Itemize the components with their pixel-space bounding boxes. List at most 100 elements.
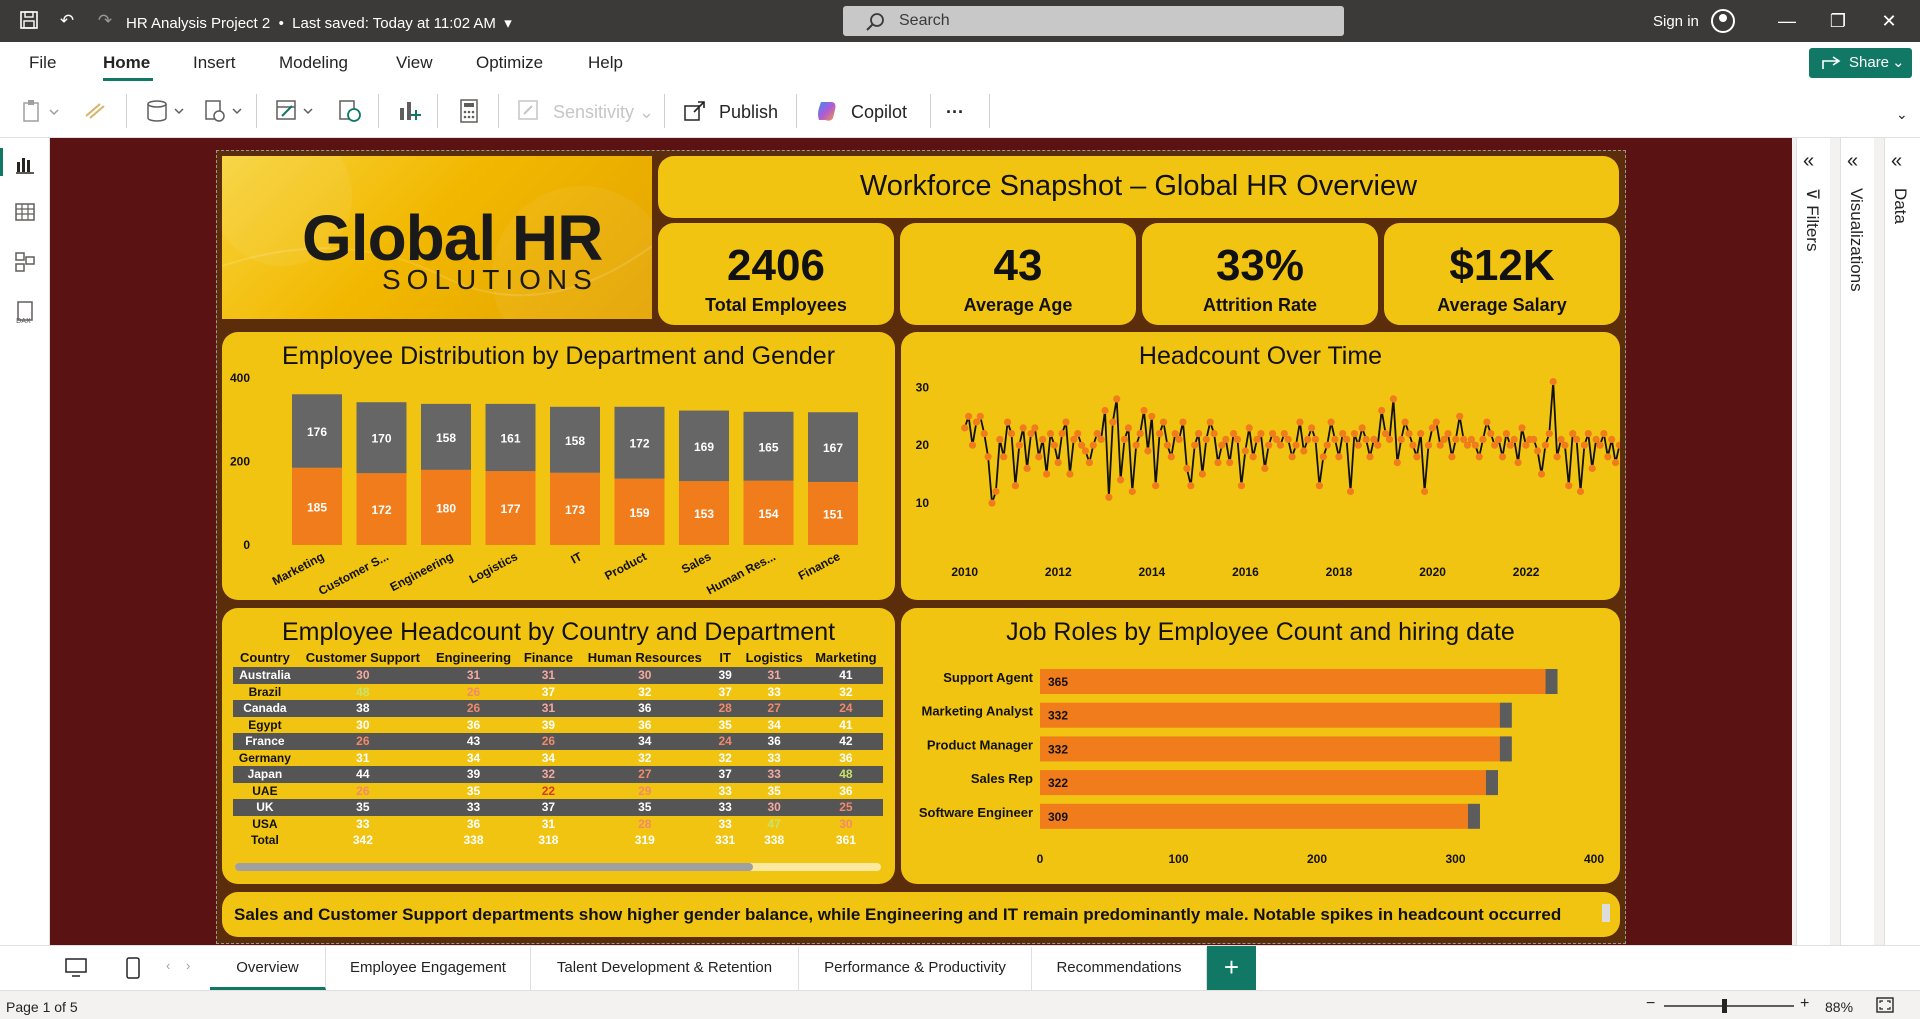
sensitivity-button[interactable]: Sensitivity bbox=[553, 102, 634, 123]
zoom-in-icon[interactable]: + bbox=[1800, 995, 1809, 1013]
calculator-icon[interactable] bbox=[456, 98, 482, 124]
data-point bbox=[1584, 430, 1592, 438]
tab-talent-development[interactable]: Talent Development & Retention bbox=[531, 947, 799, 990]
table-row[interactable]: Australia 30 31 31 30 39 31 41 bbox=[233, 667, 883, 684]
table-row[interactable]: UAE 26 35 22 29 33 35 36 bbox=[233, 782, 883, 799]
table-row[interactable]: Germany 31 34 34 32 32 33 36 bbox=[233, 749, 883, 766]
paste-icon[interactable] bbox=[22, 98, 62, 124]
data-point bbox=[1475, 453, 1483, 461]
expand-icon[interactable]: « bbox=[1803, 150, 1814, 173]
table-view-icon[interactable] bbox=[13, 200, 37, 224]
mobile-layout-icon[interactable] bbox=[124, 956, 142, 980]
table-row[interactable]: Japan 44 39 32 27 37 33 48 bbox=[233, 766, 883, 783]
minimize-icon[interactable]: — bbox=[1772, 8, 1802, 34]
column-header[interactable]: Finance bbox=[518, 648, 579, 667]
horizontal-scrollbar[interactable] bbox=[235, 863, 881, 871]
column-header[interactable]: Engineering bbox=[429, 648, 518, 667]
sign-in-link[interactable]: Sign in bbox=[1653, 13, 1699, 30]
data-point bbox=[1354, 441, 1362, 449]
zoom-slider-thumb[interactable] bbox=[1722, 999, 1727, 1013]
next-page-icon[interactable]: › bbox=[186, 958, 190, 973]
menu-optimize[interactable]: Optimize bbox=[476, 53, 543, 73]
transform-data-icon[interactable] bbox=[274, 98, 318, 124]
document-title[interactable]: HR Analysis Project 2 • Last saved: Toda… bbox=[126, 14, 512, 32]
visualizations-pane[interactable]: « Visualizations bbox=[1840, 138, 1874, 945]
page-tab-bar: ‹ › Overview Employee Engagement Talent … bbox=[0, 945, 1920, 991]
table-row[interactable]: Egypt 30 36 39 36 35 34 41 bbox=[233, 716, 883, 733]
collapse-ribbon-icon[interactable]: ⌄ bbox=[1896, 106, 1908, 123]
text-scrollbar[interactable] bbox=[1602, 904, 1610, 922]
close-icon[interactable]: ✕ bbox=[1874, 8, 1904, 34]
save-icon[interactable] bbox=[18, 10, 40, 32]
filters-pane[interactable]: « ⊽ Filters bbox=[1796, 138, 1830, 945]
menu-insert[interactable]: Insert bbox=[193, 53, 236, 73]
refresh-icon[interactable] bbox=[337, 98, 363, 124]
publish-button[interactable]: Publish bbox=[719, 102, 778, 123]
model-view-icon[interactable] bbox=[13, 250, 37, 274]
menu-view[interactable]: View bbox=[396, 53, 433, 73]
data-point bbox=[1604, 453, 1612, 461]
desktop-layout-icon[interactable] bbox=[64, 957, 88, 979]
data-point bbox=[1541, 441, 1549, 449]
column-header[interactable]: IT bbox=[711, 648, 740, 667]
scrollbar-thumb[interactable] bbox=[235, 863, 753, 871]
more-options-icon[interactable]: ··· bbox=[946, 102, 964, 123]
share-button[interactable]: Share ⌄ bbox=[1809, 48, 1912, 78]
copilot-button[interactable]: Copilot bbox=[851, 102, 907, 123]
kpi-card-attrition-rate[interactable]: 33% Attrition Rate bbox=[1142, 223, 1378, 325]
column-header[interactable]: Customer Support bbox=[297, 648, 429, 667]
prev-page-icon[interactable]: ‹ bbox=[166, 958, 170, 973]
zoom-slider[interactable] bbox=[1664, 999, 1794, 1013]
sensitivity-icon[interactable] bbox=[516, 98, 542, 124]
restore-icon[interactable]: ❐ bbox=[1823, 8, 1853, 34]
search-box[interactable]: Search bbox=[843, 6, 1344, 36]
menu-file[interactable]: File bbox=[29, 53, 56, 73]
column-header[interactable]: Country bbox=[233, 648, 297, 667]
kpi-card-average-salary[interactable]: $12K Average Salary bbox=[1384, 223, 1620, 325]
format-painter-icon[interactable] bbox=[82, 98, 108, 124]
data-point bbox=[1206, 418, 1214, 426]
report-view-icon[interactable] bbox=[13, 152, 37, 176]
table-row[interactable]: UK 35 33 37 35 33 30 25 bbox=[233, 799, 883, 816]
column-header[interactable]: Marketing bbox=[809, 648, 883, 667]
menu-modeling[interactable]: Modeling bbox=[279, 53, 348, 73]
tab-employee-engagement[interactable]: Employee Engagement bbox=[326, 947, 531, 990]
publish-icon[interactable] bbox=[682, 98, 708, 124]
table-row[interactable]: France 26 43 26 34 24 36 42 bbox=[233, 733, 883, 750]
copilot-icon[interactable] bbox=[815, 98, 841, 124]
undo-icon[interactable]: ↶ bbox=[56, 10, 78, 32]
tab-performance-productivity[interactable]: Performance & Productivity bbox=[799, 947, 1032, 990]
menu-home[interactable]: Home bbox=[103, 53, 150, 73]
new-visual-icon[interactable] bbox=[396, 98, 422, 124]
logo-banner: Global HR SOLUTIONS bbox=[222, 156, 652, 319]
redo-icon[interactable]: ↷ bbox=[94, 10, 116, 32]
tab-overview[interactable]: Overview bbox=[210, 947, 326, 990]
table-row[interactable]: Canada 38 26 31 36 28 27 24 bbox=[233, 700, 883, 717]
value-cell: 37 bbox=[710, 683, 740, 700]
avatar-icon[interactable] bbox=[1711, 9, 1735, 33]
table-row[interactable]: Brazil 48 26 37 32 37 33 32 bbox=[233, 683, 883, 700]
data-point bbox=[1561, 441, 1569, 449]
kpi-card-average-age[interactable]: 43 Average Age bbox=[900, 223, 1136, 325]
data-pane[interactable]: « Data bbox=[1884, 138, 1920, 945]
column-header[interactable]: Logistics bbox=[739, 648, 808, 667]
get-data-icon[interactable] bbox=[145, 98, 189, 124]
kpi-card-total-employees[interactable]: 2406 Total Employees bbox=[658, 223, 894, 325]
job-roles-chart[interactable]: Job Roles by Employee Count and hiring d… bbox=[901, 608, 1620, 884]
expand-icon[interactable]: « bbox=[1847, 150, 1858, 173]
insight-banner[interactable]: Sales and Customer Support departments s… bbox=[222, 892, 1620, 937]
series-line bbox=[963, 381, 1620, 504]
data-point bbox=[1518, 424, 1526, 432]
data-source-icon[interactable] bbox=[203, 98, 247, 124]
zoom-out-icon[interactable]: − bbox=[1646, 995, 1655, 1013]
tab-recommendations[interactable]: Recommendations bbox=[1032, 947, 1207, 990]
headcount-over-time-chart[interactable]: Headcount Over Time 10 20 30 2010 2012 2014 20… bbox=[901, 332, 1620, 600]
add-page-button[interactable]: + bbox=[1207, 946, 1256, 991]
menu-help[interactable]: Help bbox=[588, 53, 623, 73]
column-header[interactable]: Human Resources bbox=[579, 648, 711, 667]
expand-icon[interactable]: « bbox=[1891, 150, 1902, 173]
dax-query-view-icon[interactable]: DAX bbox=[13, 300, 37, 324]
department-gender-chart[interactable]: Employee Distribution by Department and … bbox=[222, 332, 895, 600]
fit-to-page-icon[interactable] bbox=[1876, 997, 1894, 1013]
table-row[interactable]: USA 33 36 31 28 33 47 30 bbox=[233, 815, 883, 832]
